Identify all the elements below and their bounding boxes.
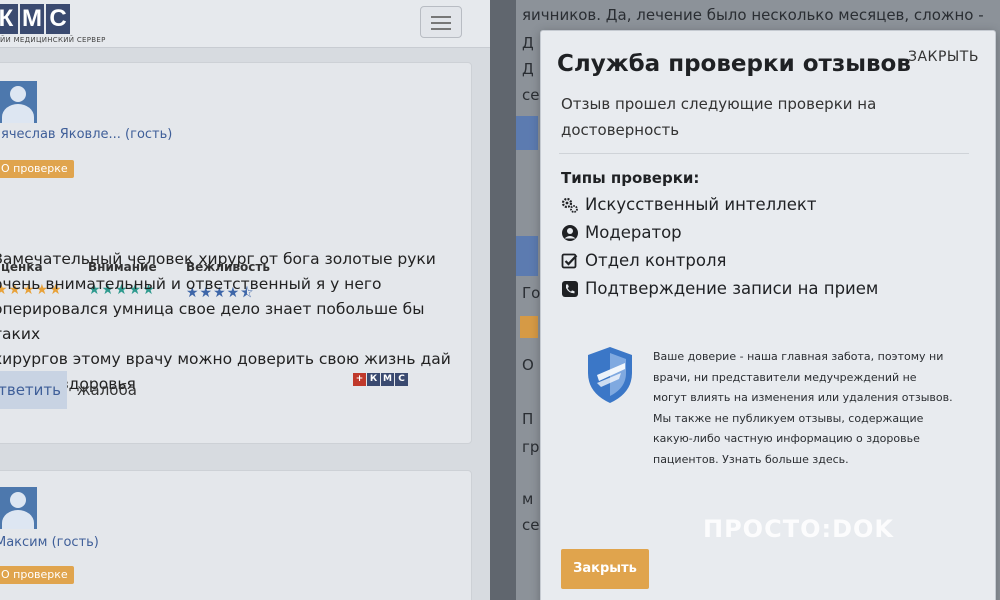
complaint-link[interactable]: жалоба — [77, 381, 137, 399]
divider-strip — [490, 0, 516, 600]
review-verification-modal: Служба проверки отзывов ЗАКРЫТЬ Отзыв пр… — [540, 30, 996, 600]
bg-text: П — [522, 410, 534, 428]
verification-badge[interactable]: О проверке — [0, 566, 74, 584]
review-line: оперировался умница свое дело знает побо… — [0, 300, 425, 343]
logo-subtitle: ЙИ МЕДИЦИНСКИЙ СЕРВЕР — [0, 36, 106, 44]
user-circle-icon — [561, 224, 579, 242]
bg-text: Го — [522, 284, 541, 302]
check-item-appointment: Подтверждение записи на прием — [561, 279, 878, 298]
logo-letter: С — [46, 4, 70, 34]
review-card: Максим (гость) О проверке — [0, 470, 472, 600]
trust-statement: Ваше доверие - наша главная забота, поэт… — [653, 350, 953, 466]
reply-button[interactable]: тветить — [0, 371, 67, 409]
bg-text: яичников. Да, лечение было несколько мес… — [522, 6, 984, 24]
check-label: Отдел контроля — [585, 251, 727, 270]
checkbox-icon — [561, 252, 579, 270]
check-types-title: Типы проверки: — [561, 169, 700, 187]
kmc-mini-logo: + К М С — [353, 373, 408, 386]
divider — [559, 153, 969, 154]
phone-icon — [561, 280, 579, 298]
modal-subtitle: Отзыв прошел следующие проверки на досто… — [561, 95, 877, 139]
avatar — [0, 81, 37, 123]
avatar — [0, 487, 37, 529]
check-item-moderator: Модератор — [561, 223, 682, 242]
verification-badge[interactable]: О проверке — [0, 160, 74, 178]
shield-icon — [585, 345, 635, 405]
top-navbar: К М С ЙИ МЕДИЦИНСКИЙ СЕРВЕР — [0, 0, 490, 48]
logo-letter: М — [20, 4, 44, 34]
check-label: Подтверждение записи на прием — [585, 279, 879, 298]
bg-text: О — [522, 356, 534, 374]
bg-text: Д — [522, 34, 534, 52]
menu-hamburger-icon[interactable] — [420, 6, 462, 38]
bg-text: се — [522, 86, 540, 104]
watermark: ПРОСТО:DOK — [703, 515, 894, 543]
review-line: хирургов этому врачу можно доверить свою… — [0, 350, 451, 368]
review-card: ячеслав Яковле... (гость) О проверке цен… — [0, 62, 472, 444]
review-author[interactable]: Максим (гость) — [0, 535, 99, 550]
check-label: Модератор — [585, 223, 682, 242]
bg-text: се — [522, 516, 540, 534]
review-author[interactable]: ячеслав Яковле... (гость) — [1, 127, 172, 142]
modal-title: Служба проверки отзывов — [557, 51, 911, 77]
bg-avatar — [516, 236, 538, 276]
kmc-logo[interactable]: К М С — [0, 4, 70, 34]
review-line: очень внимательный и ответственный я у н… — [0, 275, 382, 293]
bg-button — [516, 116, 538, 150]
bg-text: гр — [522, 438, 540, 456]
check-item-control: Отдел контроля — [561, 251, 726, 270]
review-page: К М С ЙИ МЕДИЦИНСКИЙ СЕРВЕР ячеслав Яков… — [0, 0, 490, 600]
logo-letter: К — [0, 4, 18, 34]
gears-icon — [561, 196, 579, 214]
bg-badge — [520, 316, 538, 338]
bg-text: м — [522, 490, 534, 508]
check-label: Искусственный интеллект — [585, 195, 817, 214]
modal-close-link[interactable]: ЗАКРЫТЬ — [908, 49, 979, 65]
bg-text: Д — [522, 60, 534, 78]
close-button[interactable]: Закрыть — [561, 549, 649, 589]
review-line: Замечательный человек хирург от бога зол… — [0, 250, 436, 268]
check-item-ai: Искусственный интеллект — [561, 195, 816, 214]
